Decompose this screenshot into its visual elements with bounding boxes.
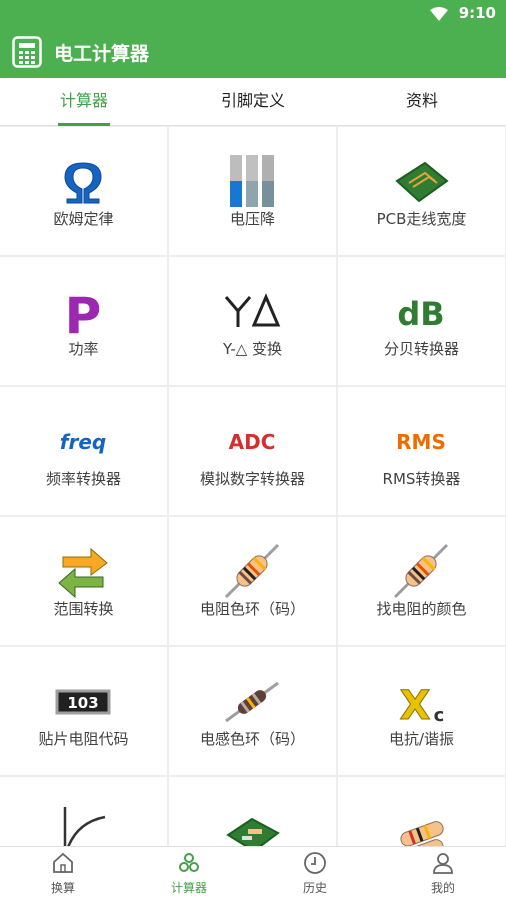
svg-text:c: c [434,705,445,726]
p-letter-icon: P [53,281,113,345]
y-delta-icon [222,281,282,341]
bottom-navigation: 换算 计算器 历史 我的 [0,846,506,900]
grid-item-frequency[interactable]: freq 频率转换器 [0,387,167,515]
status-bar: 9:10 [0,0,506,26]
grid-item-power[interactable]: P 功率 [0,257,167,385]
svg-text:RMS: RMS [396,430,446,454]
rc-curve-icon [53,801,113,846]
user-icon [431,851,455,875]
svg-text:freq: freq [60,430,106,454]
grid-item-label: PCB走线宽度 [376,210,467,228]
grid-item-inductor-color-code[interactable]: 电感色环（码） [169,647,336,775]
nav-history[interactable]: 历史 [252,847,378,900]
grid-item-label: 频率转换器 [45,470,121,488]
circuit-board-icon [222,801,282,846]
clock-icon [303,851,327,875]
grid-item-rms[interactable]: RMS RMS转换器 [338,387,505,515]
resistor-icon [391,541,451,601]
grid-item-resistor-color-code[interactable]: 电阻色环（码） [169,517,336,645]
inductor-icon [222,671,282,731]
nav-label: 换算 [50,881,75,895]
swap-arrows-icon [53,541,113,601]
pcb-icon [391,151,451,211]
grid-item-range-conversion[interactable]: 范围转换 [0,517,167,645]
tab-resources[interactable]: 资料 [338,78,506,126]
grid-item-voltage-drop[interactable]: 电压降 [169,127,336,255]
grid-item-label: 电压降 [229,210,275,228]
grid-item-reactance-resonance[interactable]: X c 电抗/谐振 [338,647,505,775]
status-time: 9:10 [458,4,496,22]
calculator-grid: 欧姆定律 电压降 PCB走线宽度 P 功率 Y-△ 变换 dB 分贝转换器 fr… [0,126,506,846]
nav-conversion[interactable]: 换算 [0,847,126,900]
tab-label: 引脚定义 [220,91,285,110]
grid-item-adc[interactable]: ADC 模拟数字转换器 [169,387,336,515]
svg-text:X: X [400,683,431,729]
svg-text:dB: dB [397,295,444,333]
calculator-app-icon [12,36,42,68]
grid-item-find-resistor-color[interactable]: 找电阻的颜色 [338,517,505,645]
nav-profile[interactable]: 我的 [380,847,506,900]
tab-label: 资料 [405,91,438,110]
grid-item-decibel[interactable]: dB 分贝转换器 [338,257,505,385]
resistors-icon [391,801,451,846]
grid-item-label: 欧姆定律 [53,210,114,228]
grid-item-label: 模拟数字转换器 [199,470,305,488]
nav-label: 历史 [302,881,327,895]
grid-item-rc-time-constant[interactable] [0,777,167,846]
grid-item-label: 电抗/谐振 [388,730,455,748]
tab-label: 计算器 [59,91,108,110]
grid-item-label: 贴片电阻代码 [38,730,129,748]
grid-item-resistors[interactable] [338,777,505,846]
home-icon [51,851,75,875]
app-bar: 电工计算器 [0,26,506,78]
app-title: 电工计算器 [54,43,150,65]
db-icon: dB [391,281,451,341]
xc-icon: X c [391,671,451,731]
tab-pin-definitions[interactable]: 引脚定义 [169,78,337,126]
freq-icon: freq [53,411,113,471]
nav-label: 我的 [430,881,455,895]
grid-item-label: 电阻色环（码） [199,600,305,618]
top-tabs: 计算器 引脚定义 资料 [0,78,506,126]
grid-item-label: 分贝转换器 [383,340,459,358]
nav-label: 计算器 [170,881,207,895]
tab-calculator[interactable]: 计算器 [0,78,168,126]
nav-calculator[interactable]: 计算器 [126,847,252,900]
wires-icon [222,151,282,211]
grid-item-label: 电感色环（码） [199,730,305,748]
svg-text:P: P [65,287,102,341]
grid-item-circuit-board[interactable] [169,777,336,846]
rms-icon: RMS [391,411,451,471]
grid-item-smd-resistor-code[interactable]: 103 贴片电阻代码 [0,647,167,775]
svg-text:103: 103 [67,694,98,712]
grid-item-y-delta[interactable]: Y-△ 变换 [169,257,336,385]
resistor-icon [222,541,282,601]
svg-text:ADC: ADC [229,430,276,454]
grid-item-pcb-trace-width[interactable]: PCB走线宽度 [338,127,505,255]
adc-icon: ADC [222,411,282,471]
grid-item-ohms-law[interactable]: 欧姆定律 [0,127,167,255]
smd-resistor-icon: 103 [53,671,113,731]
calculator-dots-icon [177,851,201,875]
grid-item-label: 功率 [68,340,99,358]
grid-item-label: 范围转换 [53,600,114,618]
grid-item-label: Y-△ 变换 [222,340,283,358]
grid-item-label: 找电阻的颜色 [376,600,467,618]
omega-icon [53,151,113,211]
wifi-icon [430,6,448,25]
grid-item-label: RMS转换器 [382,470,461,488]
